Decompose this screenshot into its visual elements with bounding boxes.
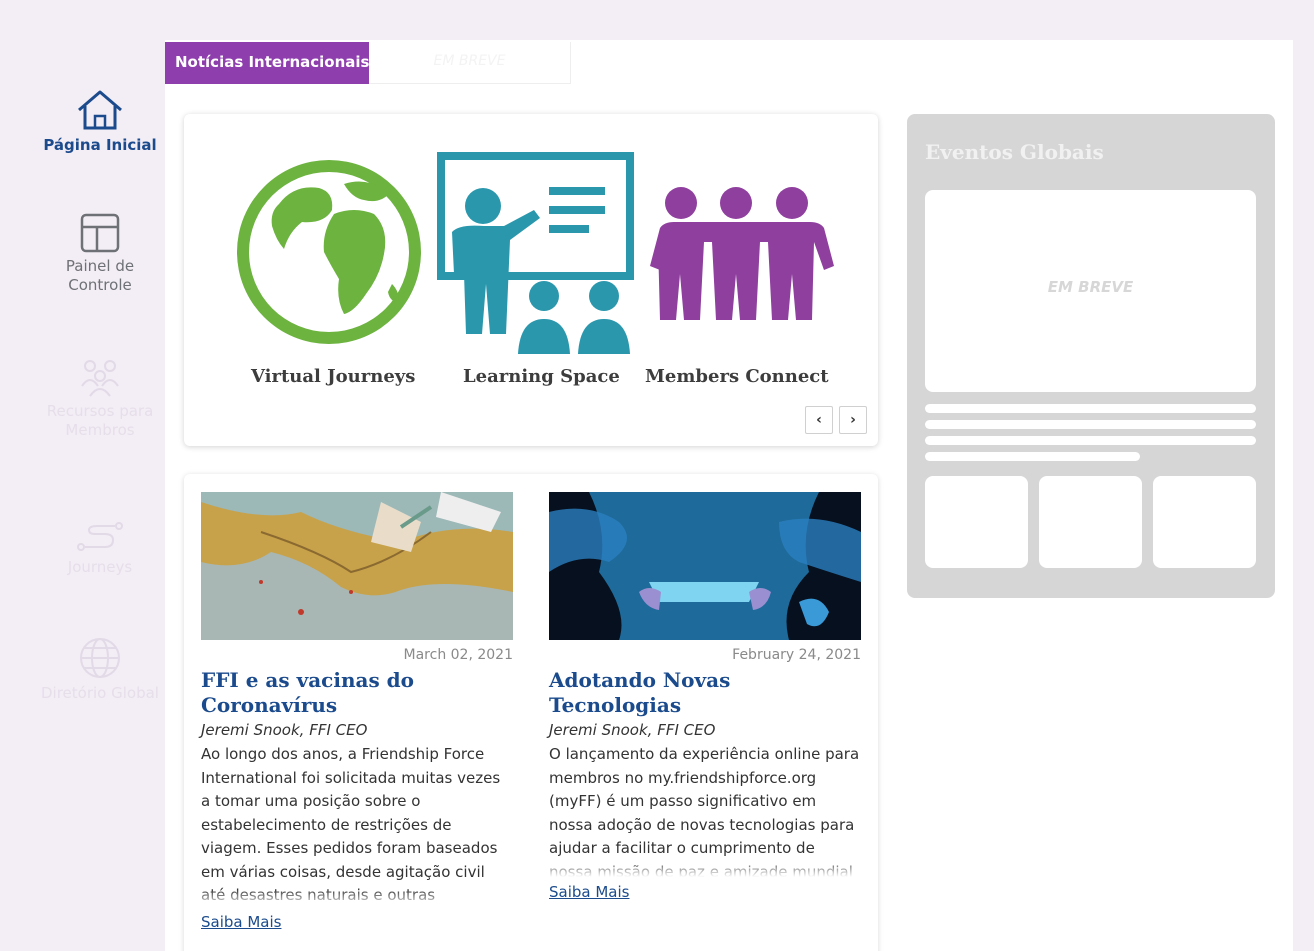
events-title: Eventos Globais xyxy=(925,140,1104,164)
carousel-prev-button[interactable]: ‹ xyxy=(805,406,833,434)
carousel-illustration xyxy=(237,152,834,354)
article-date: March 02, 2021 xyxy=(403,647,513,663)
global-events-panel: Eventos Globais EM BREVE xyxy=(907,114,1275,598)
article-image-map-vaccine[interactable] xyxy=(201,492,513,640)
sidebar-item-label: Diretório Global xyxy=(41,684,159,702)
sidebar-item-label: Recursos para Membros xyxy=(46,402,154,439)
article-author: Jeremi Snook, FFI CEO xyxy=(549,721,716,739)
article-title[interactable]: Adotando Novas Tecnologias xyxy=(549,668,861,718)
carousel-label-virtual-journeys: Virtual Journeys xyxy=(251,366,416,387)
sidebar-item-resources[interactable]: Recursos para Membros xyxy=(10,358,190,440)
article-date: February 24, 2021 xyxy=(732,647,861,663)
tab-international-news[interactable]: Notícias Internacionais xyxy=(165,42,370,84)
sidebar: Página Inicial Painel de Controle Recurs… xyxy=(10,8,190,951)
skeleton-line xyxy=(925,420,1256,429)
skeleton-line xyxy=(925,436,1256,445)
sidebar-item-label: Página Inicial xyxy=(43,136,157,154)
sidebar-item-home[interactable]: Página Inicial xyxy=(10,88,190,155)
tab-coming-soon: EM BREVE xyxy=(369,42,571,84)
skeleton-card xyxy=(925,476,1028,568)
skeleton-card xyxy=(1153,476,1256,568)
dashboard-icon xyxy=(80,213,120,253)
article-excerpt: O lançamento da experiência online para … xyxy=(549,745,861,877)
route-icon xyxy=(77,522,123,551)
article-title[interactable]: FFI e as vacinas do Coronavírus xyxy=(201,668,513,718)
news-panel: March 02, 2021 FFI e as vacinas do Coron… xyxy=(184,474,878,951)
sidebar-item-label: Painel de Controle xyxy=(65,257,135,294)
events-placeholder: EM BREVE xyxy=(925,190,1256,392)
read-more-link[interactable]: Saiba Mais xyxy=(549,883,629,901)
carousel-label-learning-space: Learning Space xyxy=(463,366,620,387)
article-image-technology[interactable] xyxy=(549,492,861,640)
skeleton-card xyxy=(1039,476,1142,568)
sidebar-item-directory[interactable]: Diretório Global xyxy=(10,636,190,703)
news-article: February 24, 2021 Adotando Novas Tecnolo… xyxy=(549,492,861,901)
carousel-next-button[interactable]: › xyxy=(839,406,867,434)
home-icon xyxy=(78,90,122,130)
members-illustration xyxy=(650,187,834,320)
news-article: March 02, 2021 FFI e as vacinas do Coron… xyxy=(201,492,513,931)
carousel-label-members-connect: Members Connect xyxy=(645,366,829,387)
skeleton-line xyxy=(925,404,1256,413)
feature-carousel: Virtual Journeys Learning Space Members … xyxy=(184,114,878,446)
main-content: Notícias Internacionais EM BREVE Virtual… xyxy=(165,40,1293,951)
skeleton-line xyxy=(925,452,1140,461)
globe-icon xyxy=(80,638,120,678)
sidebar-item-dashboard[interactable]: Painel de Controle xyxy=(10,213,190,295)
sidebar-item-label: Journeys xyxy=(67,558,133,576)
article-author: Jeremi Snook, FFI CEO xyxy=(201,721,368,739)
learning-illustration xyxy=(437,152,634,354)
sidebar-item-journeys[interactable]: Journeys xyxy=(10,520,190,577)
globe-illustration xyxy=(237,160,421,344)
read-more-link[interactable]: Saiba Mais xyxy=(201,913,281,931)
article-excerpt: Ao longo dos anos, a Friendship Force In… xyxy=(201,743,513,907)
members-icon xyxy=(81,360,119,397)
